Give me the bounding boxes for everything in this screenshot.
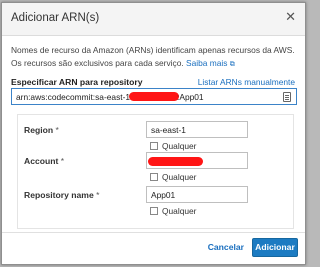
dialog-footer: Cancelar Adicionar (2, 232, 305, 264)
repository-any-checkbox[interactable] (150, 207, 158, 215)
account-any-checkbox[interactable] (150, 173, 158, 181)
account-any-option[interactable]: Qualquer (150, 172, 196, 182)
copy-icon[interactable] (283, 92, 291, 102)
region-label-text: Region (24, 125, 54, 135)
required-mark: * (55, 125, 59, 135)
repository-name-label: Repository name * (24, 190, 99, 200)
redaction-mark (129, 92, 180, 101)
region-value: sa-east-1 (151, 125, 186, 135)
cancel-button[interactable]: Cancelar (208, 242, 244, 252)
dialog-header: Adicionar ARN(s) ✕ (2, 3, 305, 36)
redaction-mark (148, 157, 203, 166)
region-any-checkbox[interactable] (150, 142, 158, 150)
arn-label: Especificar ARN para repository (11, 77, 143, 87)
learn-more-link[interactable]: Saiba mais (186, 58, 227, 68)
external-link-icon: ⧉ (229, 60, 235, 68)
close-icon[interactable]: ✕ (285, 10, 296, 23)
repository-name-input[interactable]: App01 (146, 186, 248, 203)
add-arn-dialog: Adicionar ARN(s) ✕ Nomes de recurso da A… (1, 2, 306, 265)
account-input[interactable] (146, 152, 248, 169)
arn-input[interactable]: arn:aws:codecommit:sa-east-1 :App01 (11, 88, 297, 105)
account-label-text: Account (24, 156, 59, 166)
repository-any-label: Qualquer (162, 206, 197, 216)
dialog-title: Adicionar ARN(s) (11, 12, 100, 24)
required-mark: * (96, 190, 100, 200)
repository-name-label-text: Repository name (24, 190, 94, 200)
add-button[interactable]: Adicionar (252, 238, 298, 257)
arn-value-prefix: arn:aws:codecommit:sa-east-1 (16, 92, 131, 102)
arn-value-suffix: :App01 (177, 92, 204, 102)
description-text: Nomes de recurso da Amazon (ARNs) identi… (11, 45, 295, 68)
region-any-option[interactable]: Qualquer (150, 141, 196, 151)
list-arns-manually-link[interactable]: Listar ARNs manualmente (198, 77, 295, 87)
dialog-description: Nomes de recurso da Amazon (ARNs) identi… (11, 44, 299, 71)
region-label: Region * (24, 125, 59, 135)
account-any-label: Qualquer (162, 172, 197, 182)
region-input[interactable]: sa-east-1 (146, 121, 248, 138)
repository-name-value: App01 (151, 190, 176, 200)
account-label: Account * (24, 156, 64, 166)
arn-value: arn:aws:codecommit:sa-east-1 :App01 (16, 92, 204, 102)
repository-any-option[interactable]: Qualquer (150, 206, 196, 216)
arn-fields-panel: Region * sa-east-1 Qualquer Account * Qu… (17, 114, 294, 229)
required-mark: * (60, 156, 65, 166)
region-any-label: Qualquer (162, 141, 197, 151)
